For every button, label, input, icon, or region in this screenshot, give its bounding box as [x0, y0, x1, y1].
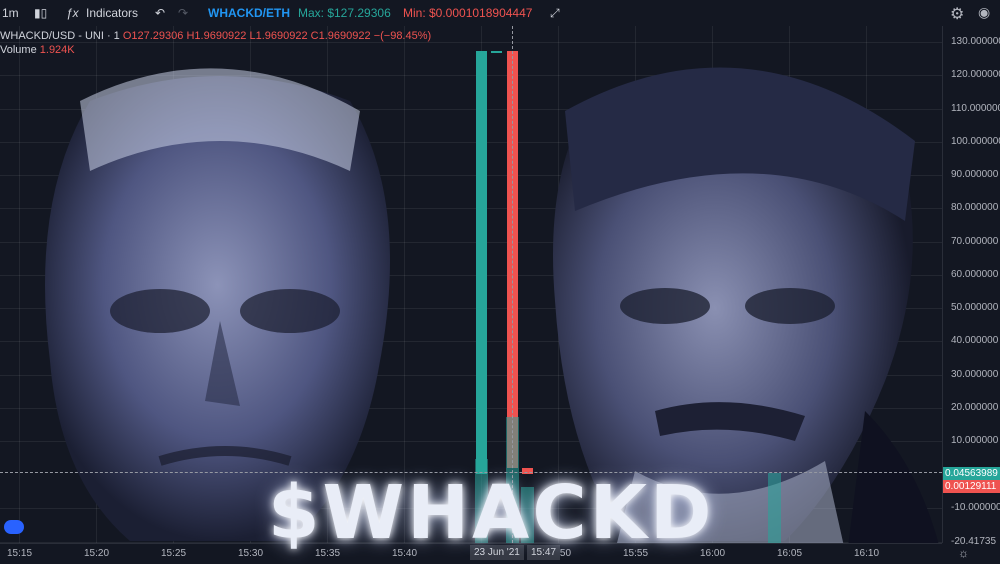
- undo-icon[interactable]: ↶: [155, 6, 165, 20]
- whackd-watermark: $WHACKD: [268, 470, 715, 556]
- chart-toolbar: 1m ▮▯ ƒx Indicators ↶ ↷ WHACKD/ETH Max: …: [0, 0, 1000, 26]
- time-axis-label: 16:10: [854, 548, 880, 559]
- time-axis-label: 16:05: [777, 548, 803, 559]
- price-axis-label: 100.000000: [951, 135, 1000, 147]
- camera-icon[interactable]: ◉: [978, 4, 990, 21]
- price-axis-label: 120.000000: [951, 69, 1000, 81]
- high-value: H1.9690922: [186, 30, 247, 42]
- volume-value: 1.924K: [39, 44, 75, 56]
- open-value: O127.29306: [122, 30, 184, 42]
- gear-icon[interactable]: ⚙: [950, 4, 964, 24]
- chart-plot-area[interactable]: [0, 26, 942, 543]
- price-candle: [491, 51, 503, 53]
- fx-icon[interactable]: ƒx: [66, 6, 79, 20]
- cloud-icon[interactable]: [4, 520, 24, 534]
- grid-line: [0, 42, 942, 43]
- time-axis-label: 15:15: [7, 548, 33, 559]
- price-axis-label: 20.000000: [951, 401, 999, 413]
- volume-legend: Volume 1.924K: [0, 44, 75, 56]
- low-value: L1.9690922: [249, 30, 308, 42]
- time-axis-label: 15:25: [161, 548, 187, 559]
- max-price-label: Max: $127.29306: [298, 6, 391, 20]
- volume-label: Volume: [0, 44, 37, 56]
- redo-icon[interactable]: ↷: [178, 6, 188, 20]
- price-axis-label: 10.000000: [951, 435, 999, 446]
- price-axis-label: 110.000000: [951, 102, 1000, 114]
- price-axis-label: -10.000000: [951, 501, 1000, 513]
- price-axis-label: 30.000000: [951, 368, 999, 380]
- price-axis-label: 40.000000: [951, 335, 999, 347]
- price-axis[interactable]: 130.000000 120.000000 110.000000 100.000000…: [942, 26, 1000, 547]
- fullscreen-icon[interactable]: ⤢: [550, 6, 560, 21]
- time-axis-label: 15:20: [84, 548, 110, 559]
- interval-selector[interactable]: 1m: [2, 6, 19, 20]
- price-candle: [476, 51, 487, 475]
- axis-settings-icon[interactable]: ☼: [958, 546, 969, 560]
- candles-icon[interactable]: ▮▯: [34, 6, 47, 20]
- last-price-tag: 0.04563989: [943, 467, 1000, 481]
- price-axis-label: 90.000000: [951, 169, 999, 180]
- volume-bar: [767, 473, 781, 543]
- symbol-label: WHACKD/USD - UNI · 1: [0, 30, 120, 42]
- crosshair-vertical: [511, 26, 513, 543]
- close-price-tag: 0.00129111: [943, 480, 1000, 494]
- price-axis-label: 60.000000: [951, 268, 999, 280]
- ohlc-legend: WHACKD/USD - UNI · 1 O127.29306 H1.96909…: [0, 30, 431, 42]
- grid-line: [19, 26, 20, 543]
- indicators-button[interactable]: Indicators: [86, 6, 138, 20]
- price-axis-label: 70.000000: [951, 235, 999, 247]
- price-axis-label: 50.000000: [951, 302, 999, 313]
- price-axis-label: 130.000000: [951, 36, 1000, 47]
- time-axis-label: 15:30: [238, 548, 264, 559]
- price-axis-label: 80.000000: [951, 202, 999, 214]
- pair-label[interactable]: WHACKD/ETH: [208, 6, 290, 20]
- min-price-label: Min: $0.0001018904447: [403, 6, 533, 20]
- close-value: C1.9690922: [310, 30, 371, 42]
- change-value: −(−98.45%): [373, 30, 432, 42]
